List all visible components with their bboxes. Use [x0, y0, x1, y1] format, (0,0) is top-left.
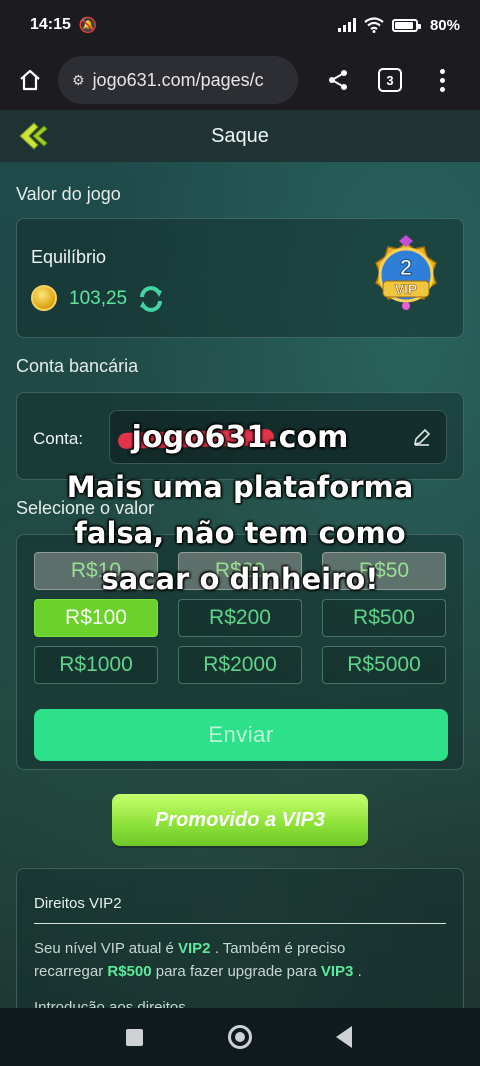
rights-text: recarregar — [34, 963, 104, 980]
site-settings-icon[interactable]: ⚙ — [72, 72, 85, 89]
rights-text: . Também é preciso — [214, 940, 346, 957]
vip-rights-card: Direitos VIP2 Seu nível VIP atual é VIP2… — [16, 868, 464, 1008]
status-time: 14:15 — [30, 16, 71, 33]
overlay-caption-line: Mais uma plataforma — [66, 470, 414, 504]
address-bar[interactable]: ⚙ jogo631.com/pages/c — [58, 56, 298, 104]
home-icon — [20, 69, 40, 91]
tab-switcher-button[interactable]: 3 — [378, 68, 402, 92]
vip-badge-text: VIP — [395, 281, 418, 297]
divider — [34, 923, 446, 924]
promote-vip-button[interactable]: Promovido a VIP3 — [112, 794, 368, 846]
system-nav-bar — [0, 1008, 480, 1066]
signal-icon — [337, 18, 356, 32]
recharge-amount: R$500 — [107, 963, 152, 980]
refresh-icon[interactable] — [135, 283, 167, 315]
home-nav-button[interactable] — [228, 1025, 252, 1049]
balance-value: 103,25 — [69, 288, 128, 309]
overlay-caption-line: jogo631.com — [131, 420, 349, 455]
status-bar: 14:15 🔕 80% — [0, 0, 480, 50]
amount-option[interactable]: R$500 — [322, 599, 446, 637]
amount-option[interactable]: R$5000 — [322, 646, 446, 684]
current-vip-level: VIP2 — [178, 940, 211, 957]
notifications-muted-icon: 🔕 — [78, 17, 98, 34]
vip-rights-title: Direitos VIP2 — [34, 895, 122, 912]
page-title: Saque — [211, 124, 269, 147]
status-indicators: 80% — [337, 16, 460, 34]
vip-badge-icon: 2 VIP — [375, 235, 437, 310]
overlay-caption-line: sacar o dinheiro! — [101, 562, 379, 596]
amount-option[interactable]: R$200 — [178, 599, 302, 637]
home-button[interactable] — [10, 60, 50, 100]
rights-intro: Introdução aos direitos — [34, 999, 186, 1008]
vip-rights-description: Seu nível VIP atual é VIP2 . Também é pr… — [34, 937, 454, 983]
balance-card: Equilíbrio 103,25 2 VIP — [16, 218, 464, 338]
amount-option[interactable]: R$2000 — [178, 646, 302, 684]
browser-toolbar: ⚙ jogo631.com/pages/c 3 — [0, 50, 480, 110]
rights-text: Seu nível VIP atual é — [34, 940, 174, 957]
battery-icon — [391, 18, 421, 32]
battery-percent: 80% — [429, 16, 460, 34]
coin-icon — [31, 285, 57, 311]
balance-label: Equilíbrio — [31, 247, 107, 267]
amount-option[interactable]: R$1000 — [34, 646, 158, 684]
page-header: Saque — [0, 110, 480, 162]
rights-text: . — [357, 963, 362, 980]
game-value-label: Valor do jogo — [16, 184, 121, 204]
url-text: jogo631.com/pages/c — [92, 69, 264, 90]
recent-apps-button[interactable] — [126, 1029, 143, 1046]
share-icon — [329, 70, 347, 90]
vip-level-number: 2 — [400, 255, 412, 280]
wifi-icon — [364, 17, 384, 33]
send-button[interactable]: Enviar — [34, 709, 448, 761]
more-options-button[interactable] — [432, 68, 452, 92]
back-arrow-icon[interactable] — [16, 120, 50, 152]
next-vip-level: VIP3 — [320, 963, 354, 980]
overlay-caption-line: falsa, não tem como — [74, 516, 406, 550]
back-nav-button[interactable] — [336, 1026, 352, 1048]
bank-account-label: Conta bancária — [16, 356, 139, 376]
share-button[interactable] — [318, 60, 358, 100]
amount-option-selected[interactable]: R$100 — [34, 599, 158, 637]
rights-text: para fazer upgrade para — [155, 963, 317, 980]
